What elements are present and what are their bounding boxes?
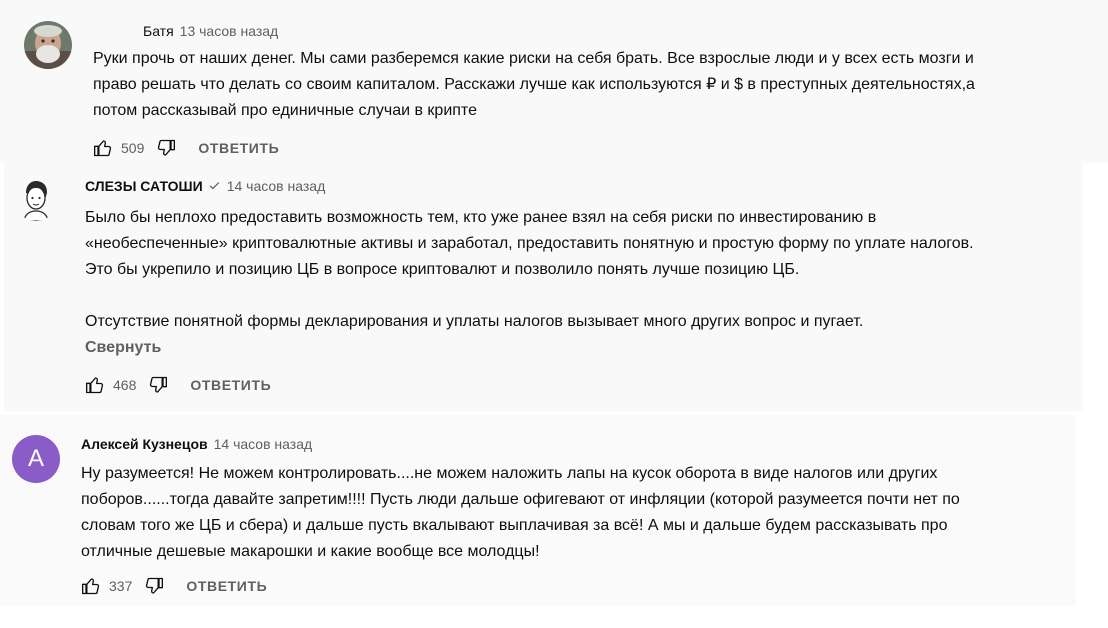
avatar-drawing-icon: [14, 177, 58, 221]
thumbs-down-icon: [150, 376, 168, 393]
comment-actions: 337 ОТВЕТИТЬ: [81, 574, 267, 598]
comment-text-line: отличные дешевые макарошки и какие вообщ…: [81, 543, 540, 560]
comment-thread: СЛЕЗЫ САТОШИ 14 часов назад Было бы непло…: [4, 163, 1083, 411]
verified-check-icon: [208, 178, 221, 196]
comment-text-line: Ну разумеется! Не можем контролировать..…: [81, 465, 938, 482]
comment-text-line: «необеспеченные» криптовалютные активы и…: [85, 235, 974, 252]
comment-header: Алексей Кузнецов 14 часов назад: [81, 435, 312, 453]
comment-text-line: Отсутствие понятной формы декларирования…: [85, 313, 864, 330]
comment-text: Было бы неплохо предоставить возможность…: [85, 205, 974, 335]
thumbs-up-icon: [86, 377, 104, 394]
comment-actions: 468 ОТВЕТИТЬ: [85, 373, 271, 397]
thumbs-down-icon: [158, 139, 176, 156]
comment-text-line: Это бы укрепило и позицию ЦБ в вопросе к…: [85, 261, 800, 278]
comment-header: Батя 13 часов назад: [143, 22, 278, 40]
avatar[interactable]: [24, 21, 72, 69]
comment-text-line: Руки прочь от наших денег. Мы сами разбе…: [93, 50, 974, 67]
author-name[interactable]: СЛЕЗЫ САТОШИ: [85, 178, 203, 194]
comment-text-line: словам того же ЦБ и сбера) и дальше пуст…: [81, 517, 948, 534]
comment-text-line: [85, 283, 974, 309]
collapse-button[interactable]: Свернуть: [85, 339, 161, 357]
timestamp[interactable]: 14 часов назад: [227, 178, 326, 194]
comments-section: Батя 13 часов назад Руки прочь от наших д…: [0, 0, 1108, 628]
reply-button[interactable]: ОТВЕТИТЬ: [186, 578, 267, 594]
dislike-button[interactable]: [148, 375, 168, 395]
comment-thread: Батя 13 часов назад Руки прочь от наших д…: [0, 0, 1108, 163]
avatar[interactable]: [14, 177, 58, 221]
like-count: 468: [113, 377, 137, 393]
like-button[interactable]: [93, 138, 113, 158]
author-name[interactable]: Алексей Кузнецов: [81, 436, 208, 452]
timestamp[interactable]: 14 часов назад: [214, 436, 313, 452]
like-count: 337: [109, 578, 133, 594]
comment-text-line: Было бы неплохо предоставить возможность…: [85, 209, 877, 226]
avatar[interactable]: A: [12, 435, 60, 483]
reply-button[interactable]: ОТВЕТИТЬ: [190, 377, 271, 393]
comment-thread: A Алексей Кузнецов 14 часов назад Ну разу…: [0, 415, 1076, 606]
thumbs-down-icon: [146, 577, 164, 594]
comment-actions: 509 ОТВЕТИТЬ: [93, 136, 279, 160]
author-name[interactable]: Батя: [143, 23, 174, 39]
comment-text: Руки прочь от наших денег. Мы сами разбе…: [93, 46, 975, 124]
comment-text-line: право решать что делать со своим капитал…: [93, 76, 975, 93]
comment-header: СЛЕЗЫ САТОШИ 14 часов назад: [85, 177, 325, 196]
dislike-button[interactable]: [144, 576, 164, 596]
thumbs-up-icon: [94, 140, 112, 157]
like-button[interactable]: [81, 576, 101, 596]
thumbs-up-icon: [82, 578, 100, 595]
avatar-photo-icon: [24, 21, 72, 69]
like-count: 509: [121, 140, 145, 156]
reply-button[interactable]: ОТВЕТИТЬ: [198, 140, 279, 156]
dislike-button[interactable]: [156, 138, 176, 158]
like-button[interactable]: [85, 375, 105, 395]
timestamp[interactable]: 13 часов назад: [180, 23, 279, 39]
comment-text-line: поборов......тогда давайте запретим!!!! …: [81, 491, 960, 508]
comment-text-line: потом рассказывай про единичные случаи в…: [93, 102, 477, 119]
comment-text: Ну разумеется! Не можем контролировать..…: [81, 461, 960, 565]
